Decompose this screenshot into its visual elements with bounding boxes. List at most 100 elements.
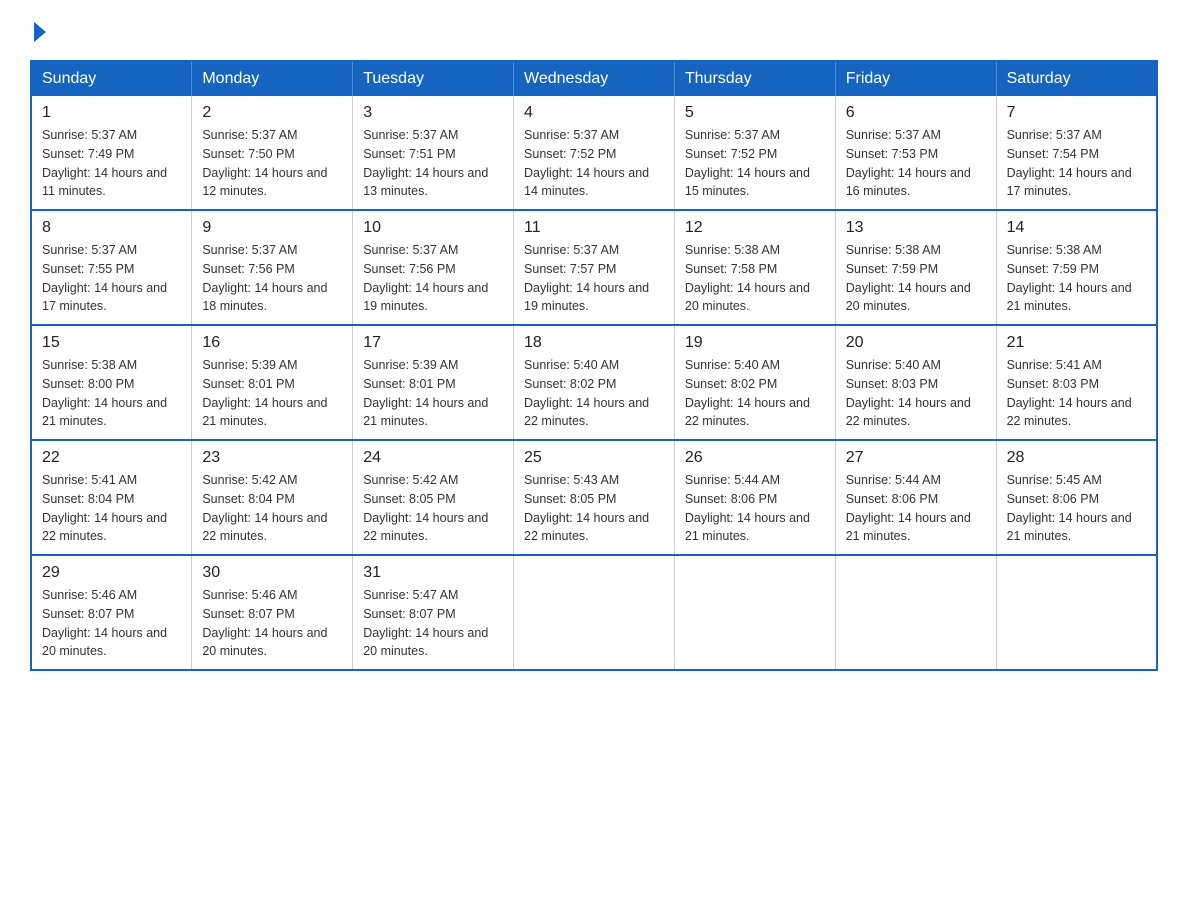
day-info: Sunrise: 5:38 AMSunset: 7:59 PMDaylight:…	[1007, 241, 1146, 316]
day-number: 8	[42, 219, 181, 237]
logo-arrow-icon	[34, 22, 46, 42]
day-info: Sunrise: 5:38 AMSunset: 8:00 PMDaylight:…	[42, 356, 181, 431]
day-number: 19	[685, 334, 825, 352]
calendar-cell: 13 Sunrise: 5:38 AMSunset: 7:59 PMDayligh…	[835, 210, 996, 325]
day-number: 4	[524, 104, 664, 122]
calendar-cell: 26Sunrise: 5:44 AMSunset: 8:06 PMDayligh…	[674, 440, 835, 555]
day-info: Sunrise: 5:37 AMSunset: 7:54 PMDaylight:…	[1007, 126, 1146, 201]
day-number: 10	[363, 219, 503, 237]
day-number: 31	[363, 564, 503, 582]
calendar-cell: 18 Sunrise: 5:40 AMSunset: 8:02 PMDayligh…	[514, 325, 675, 440]
calendar-cell: 19 Sunrise: 5:40 AMSunset: 8:02 PMDayligh…	[674, 325, 835, 440]
calendar-cell: 5Sunrise: 5:37 AMSunset: 7:52 PMDaylight…	[674, 96, 835, 210]
day-number: 15	[42, 334, 181, 352]
day-number: 21	[1007, 334, 1146, 352]
day-number: 2	[202, 104, 342, 122]
day-number: 22	[42, 449, 181, 467]
calendar-week-row: 15 Sunrise: 5:38 AMSunset: 8:00 PMDayligh…	[31, 325, 1157, 440]
calendar-header-row: SundayMondayTuesdayWednesdayThursdayFrid…	[31, 61, 1157, 96]
day-info: Sunrise: 5:47 AMSunset: 8:07 PMDaylight:…	[363, 586, 503, 661]
calendar-cell: 1Sunrise: 5:37 AMSunset: 7:49 PMDaylight…	[31, 96, 192, 210]
day-info: Sunrise: 5:40 AMSunset: 8:03 PMDaylight:…	[846, 356, 986, 431]
day-number: 28	[1007, 449, 1146, 467]
day-info: Sunrise: 5:42 AMSunset: 8:05 PMDaylight:…	[363, 471, 503, 546]
day-number: 11	[524, 219, 664, 237]
day-info: Sunrise: 5:37 AMSunset: 7:56 PMDaylight:…	[363, 241, 503, 316]
day-number: 16	[202, 334, 342, 352]
day-number: 13	[846, 219, 986, 237]
calendar-cell: 11 Sunrise: 5:37 AMSunset: 7:57 PMDayligh…	[514, 210, 675, 325]
calendar-cell: 7Sunrise: 5:37 AMSunset: 7:54 PMDaylight…	[996, 96, 1157, 210]
day-info: Sunrise: 5:37 AMSunset: 7:53 PMDaylight:…	[846, 126, 986, 201]
calendar-week-row: 1Sunrise: 5:37 AMSunset: 7:49 PMDaylight…	[31, 96, 1157, 210]
day-info: Sunrise: 5:41 AMSunset: 8:03 PMDaylight:…	[1007, 356, 1146, 431]
day-number: 12	[685, 219, 825, 237]
day-info: Sunrise: 5:37 AMSunset: 7:52 PMDaylight:…	[524, 126, 664, 201]
day-info: Sunrise: 5:37 AMSunset: 7:55 PMDaylight:…	[42, 241, 181, 316]
day-number: 23	[202, 449, 342, 467]
calendar-week-row: 8 Sunrise: 5:37 AMSunset: 7:55 PMDaylight…	[31, 210, 1157, 325]
calendar-cell: 2 Sunrise: 5:37 AMSunset: 7:50 PMDaylight…	[192, 96, 353, 210]
calendar-cell: 27 Sunrise: 5:44 AMSunset: 8:06 PMDayligh…	[835, 440, 996, 555]
calendar-cell: 14Sunrise: 5:38 AMSunset: 7:59 PMDayligh…	[996, 210, 1157, 325]
day-info: Sunrise: 5:40 AMSunset: 8:02 PMDaylight:…	[524, 356, 664, 431]
calendar-cell: 6 Sunrise: 5:37 AMSunset: 7:53 PMDaylight…	[835, 96, 996, 210]
day-number: 9	[202, 219, 342, 237]
day-info: Sunrise: 5:38 AMSunset: 7:59 PMDaylight:…	[846, 241, 986, 316]
day-number: 30	[202, 564, 342, 582]
day-info: Sunrise: 5:46 AMSunset: 8:07 PMDaylight:…	[202, 586, 342, 661]
page-header	[30, 20, 1158, 44]
calendar-cell: 29 Sunrise: 5:46 AMSunset: 8:07 PMDayligh…	[31, 555, 192, 670]
calendar-cell: 16Sunrise: 5:39 AMSunset: 8:01 PMDayligh…	[192, 325, 353, 440]
day-info: Sunrise: 5:39 AMSunset: 8:01 PMDaylight:…	[363, 356, 503, 431]
weekday-header-wednesday: Wednesday	[514, 61, 675, 96]
day-info: Sunrise: 5:37 AMSunset: 7:49 PMDaylight:…	[42, 126, 181, 201]
calendar-cell: 17 Sunrise: 5:39 AMSunset: 8:01 PMDayligh…	[353, 325, 514, 440]
calendar-cell: 22 Sunrise: 5:41 AMSunset: 8:04 PMDayligh…	[31, 440, 192, 555]
calendar-cell: 8 Sunrise: 5:37 AMSunset: 7:55 PMDaylight…	[31, 210, 192, 325]
calendar-cell	[674, 555, 835, 670]
day-info: Sunrise: 5:43 AMSunset: 8:05 PMDaylight:…	[524, 471, 664, 546]
day-number: 5	[685, 104, 825, 122]
day-info: Sunrise: 5:37 AMSunset: 7:57 PMDaylight:…	[524, 241, 664, 316]
calendar-cell	[996, 555, 1157, 670]
weekday-header-monday: Monday	[192, 61, 353, 96]
day-number: 29	[42, 564, 181, 582]
calendar-cell: 21 Sunrise: 5:41 AMSunset: 8:03 PMDayligh…	[996, 325, 1157, 440]
day-info: Sunrise: 5:37 AMSunset: 7:51 PMDaylight:…	[363, 126, 503, 201]
day-info: Sunrise: 5:42 AMSunset: 8:04 PMDaylight:…	[202, 471, 342, 546]
day-number: 25	[524, 449, 664, 467]
day-number: 27	[846, 449, 986, 467]
calendar-cell: 31 Sunrise: 5:47 AMSunset: 8:07 PMDayligh…	[353, 555, 514, 670]
day-number: 26	[685, 449, 825, 467]
weekday-header-sunday: Sunday	[31, 61, 192, 96]
day-info: Sunrise: 5:46 AMSunset: 8:07 PMDaylight:…	[42, 586, 181, 661]
calendar-cell	[835, 555, 996, 670]
day-number: 20	[846, 334, 986, 352]
day-number: 6	[846, 104, 986, 122]
day-number: 18	[524, 334, 664, 352]
calendar-week-row: 22 Sunrise: 5:41 AMSunset: 8:04 PMDayligh…	[31, 440, 1157, 555]
day-info: Sunrise: 5:44 AMSunset: 8:06 PMDaylight:…	[846, 471, 986, 546]
day-number: 17	[363, 334, 503, 352]
calendar-cell: 25 Sunrise: 5:43 AMSunset: 8:05 PMDayligh…	[514, 440, 675, 555]
logo	[30, 20, 46, 44]
calendar-cell: 20 Sunrise: 5:40 AMSunset: 8:03 PMDayligh…	[835, 325, 996, 440]
calendar-cell: 15 Sunrise: 5:38 AMSunset: 8:00 PMDayligh…	[31, 325, 192, 440]
calendar-cell	[514, 555, 675, 670]
calendar-cell: 3 Sunrise: 5:37 AMSunset: 7:51 PMDaylight…	[353, 96, 514, 210]
weekday-header-saturday: Saturday	[996, 61, 1157, 96]
day-info: Sunrise: 5:41 AMSunset: 8:04 PMDaylight:…	[42, 471, 181, 546]
calendar-cell: 10 Sunrise: 5:37 AMSunset: 7:56 PMDayligh…	[353, 210, 514, 325]
calendar-table: SundayMondayTuesdayWednesdayThursdayFrid…	[30, 60, 1158, 671]
day-number: 3	[363, 104, 503, 122]
calendar-cell: 23 Sunrise: 5:42 AMSunset: 8:04 PMDayligh…	[192, 440, 353, 555]
weekday-header-friday: Friday	[835, 61, 996, 96]
day-info: Sunrise: 5:37 AMSunset: 7:50 PMDaylight:…	[202, 126, 342, 201]
weekday-header-tuesday: Tuesday	[353, 61, 514, 96]
calendar-cell: 12Sunrise: 5:38 AMSunset: 7:58 PMDayligh…	[674, 210, 835, 325]
calendar-cell: 28Sunrise: 5:45 AMSunset: 8:06 PMDayligh…	[996, 440, 1157, 555]
calendar-cell: 9Sunrise: 5:37 AMSunset: 7:56 PMDaylight…	[192, 210, 353, 325]
calendar-cell: 24Sunrise: 5:42 AMSunset: 8:05 PMDayligh…	[353, 440, 514, 555]
day-info: Sunrise: 5:40 AMSunset: 8:02 PMDaylight:…	[685, 356, 825, 431]
